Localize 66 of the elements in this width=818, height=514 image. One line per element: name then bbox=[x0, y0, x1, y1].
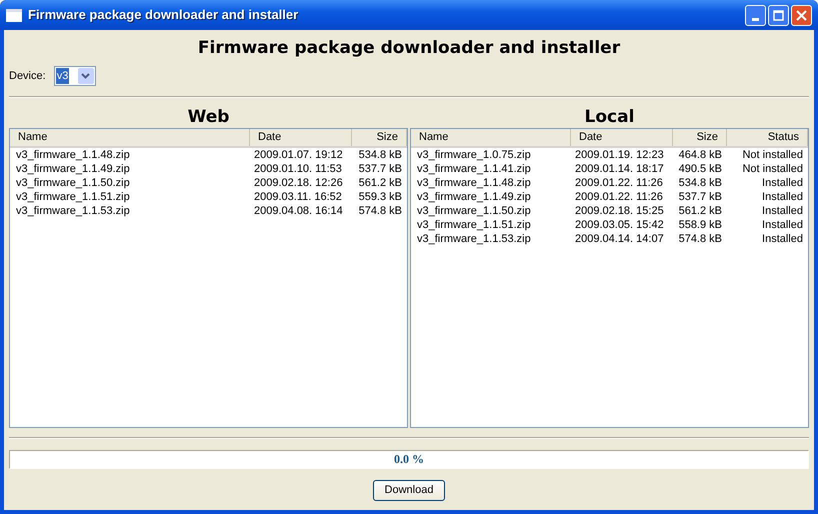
table-cell-text: 2009.01.14. 18:17 bbox=[574, 162, 665, 176]
chevron-down-icon bbox=[81, 73, 90, 79]
table-cell-text: 534.8 kB bbox=[678, 176, 723, 190]
column-header[interactable]: Status bbox=[727, 129, 808, 146]
progress-reading: 0.0 % bbox=[393, 451, 425, 468]
table-cell-text: 534.8 kB bbox=[358, 148, 403, 162]
table-cell-text: 2009.03.05. 15:42 bbox=[574, 218, 665, 232]
column-header[interactable]: Size bbox=[673, 129, 727, 146]
table-cell-text: Installed bbox=[761, 176, 804, 190]
table-cell-text: v3_firmware_1.1.49.zip bbox=[15, 162, 131, 176]
table-cell-text: v3_firmware_1.1.48.zip bbox=[416, 176, 532, 190]
table-cell-text: 2009.03.11. 16:52 bbox=[253, 190, 343, 204]
table-cell-text: 464.8 kB bbox=[678, 148, 723, 162]
section-title: Web bbox=[186, 106, 230, 128]
column-header[interactable]: Name bbox=[411, 129, 571, 146]
table-cell-text: 2009.04.14. 14:07 bbox=[574, 232, 665, 246]
table-cell-text: 574.8 kB bbox=[358, 204, 403, 218]
maximize-button[interactable] bbox=[768, 4, 789, 26]
table-cell-text: 537.7 kB bbox=[358, 162, 403, 176]
maximize-icon bbox=[773, 10, 784, 20]
table-cell-text: Not installed bbox=[741, 148, 804, 162]
device-dropdown[interactable]: v3 bbox=[54, 66, 96, 86]
table-cell-text: 2009.01.19. 12:23 bbox=[574, 148, 665, 162]
table-cell-text: v3_firmware_1.1.49.zip bbox=[416, 190, 532, 204]
column-header[interactable]: Date bbox=[571, 129, 673, 146]
table-cell-text: 561.2 kB bbox=[678, 204, 723, 218]
table-cell-text: Installed bbox=[761, 218, 804, 232]
column-header[interactable]: Date bbox=[250, 129, 352, 146]
heading: Firmware package downloader and installer bbox=[196, 37, 622, 58]
table-cell-text: v3_firmware_1.1.41.zip bbox=[416, 162, 532, 176]
table-cell-text: 490.5 kB bbox=[678, 162, 723, 176]
table-cell-text: 558.9 kB bbox=[678, 218, 723, 232]
minimize-icon bbox=[752, 18, 759, 20]
device-label: Device: bbox=[9, 68, 46, 84]
table-cell-text: v3_firmware_1.0.75.zip bbox=[416, 148, 532, 162]
table-cell-text: v3_firmware_1.1.50.zip bbox=[416, 204, 532, 218]
table-cell-text: Installed bbox=[761, 232, 804, 246]
minimize-button[interactable] bbox=[745, 4, 766, 26]
close-button[interactable] bbox=[791, 4, 812, 26]
table-cell-text: 2009.01.22. 11:26 bbox=[574, 176, 664, 190]
table-cell-text: v3_firmware_1.1.50.zip bbox=[15, 176, 131, 190]
table-cell-text: 2009.01.10. 11:53 bbox=[253, 162, 343, 176]
table-cell-text: v3_firmware_1.1.53.zip bbox=[15, 204, 131, 218]
column-header[interactable]: Size bbox=[352, 129, 407, 146]
column-header[interactable]: Name bbox=[10, 129, 250, 146]
close-icon bbox=[796, 10, 807, 20]
table-cell-text: 2009.04.08. 16:14 bbox=[253, 204, 344, 218]
table-cell-text: Installed bbox=[761, 190, 804, 204]
table-cell-text: 561.2 kB bbox=[358, 176, 403, 190]
table-cell-text: 2009.01.07. 19:12 bbox=[253, 148, 344, 162]
table-cell-text: 2009.01.22. 11:26 bbox=[574, 190, 664, 204]
table-cell-text: v3_firmware_1.1.48.zip bbox=[15, 148, 131, 162]
table-cell-text: 2009.02.18. 12:26 bbox=[253, 176, 344, 190]
table-cell-text: 559.3 kB bbox=[358, 190, 403, 204]
window-icon bbox=[6, 8, 22, 22]
download-button[interactable]: Download bbox=[373, 480, 445, 501]
window-title: Firmware package downloader and installer bbox=[28, 6, 298, 24]
table-cell-text: v3_firmware_1.1.51.zip bbox=[15, 190, 131, 204]
table-cell-text: 574.8 kB bbox=[678, 232, 723, 246]
table-cell-text: Installed bbox=[761, 204, 804, 218]
table-cell-text: v3_firmware_1.1.53.zip bbox=[416, 232, 532, 246]
table-cell-text: 537.7 kB bbox=[678, 190, 723, 204]
table-cell-text: 2009.02.18. 15:25 bbox=[574, 204, 665, 218]
table-cell-text: v3_firmware_1.1.51.zip bbox=[416, 218, 532, 232]
table-cell-text: Not installed bbox=[741, 162, 804, 176]
section-title: Local bbox=[584, 106, 636, 128]
